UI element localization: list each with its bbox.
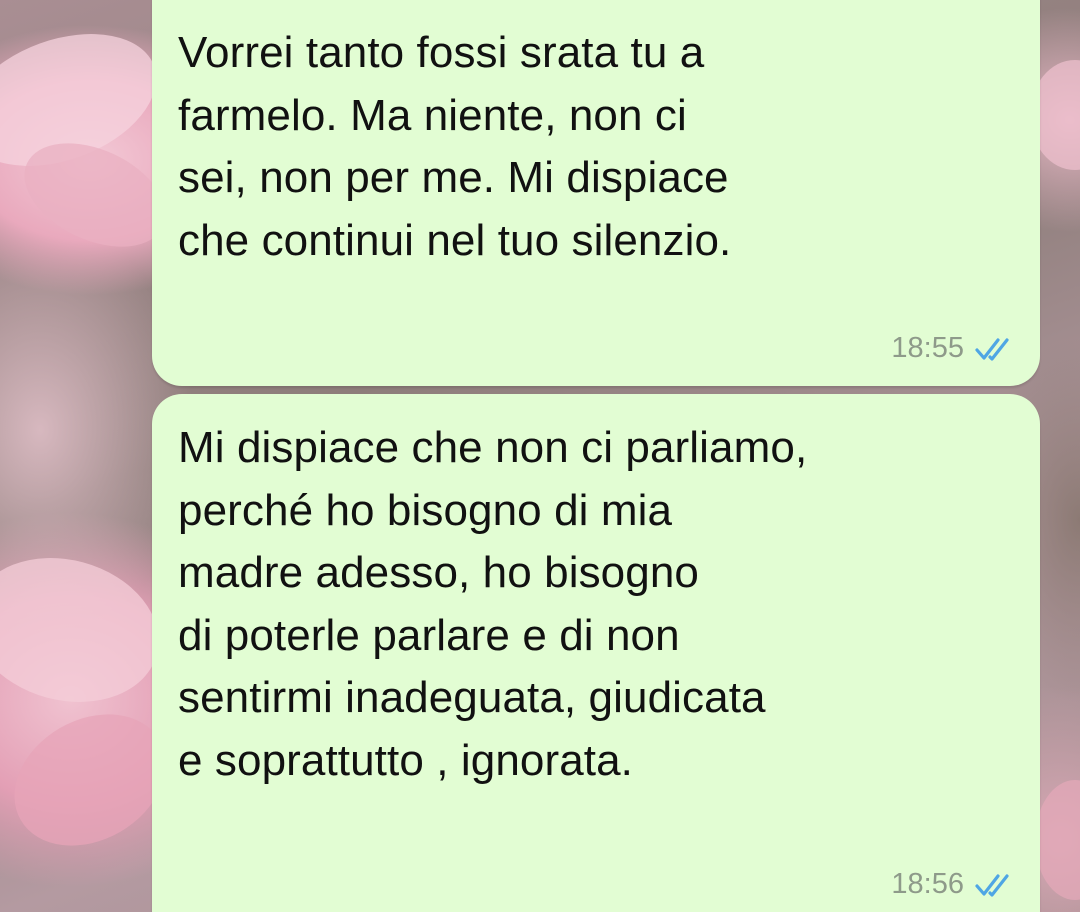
message-text: Vorrei tanto fossi srata tu a farmelo. M… [178,28,732,265]
message-text: Mi dispiace che non ci parliamo, perché … [178,423,808,785]
double-check-read-icon [975,337,1009,361]
double-check-read-icon [975,873,1009,897]
chat-message-list[interactable]: Vorrei tanto fossi srata tu a farmelo. M… [0,0,1080,912]
message-meta: 18:55 [891,332,1018,365]
message-time: 18:55 [891,332,964,364]
message-time: 18:56 [891,868,964,900]
outgoing-message-bubble[interactable]: Vorrei tanto fossi srata tu a farmelo. M… [152,0,1040,386]
outgoing-message-bubble[interactable]: Mi dispiace che non ci parliamo, perché … [152,394,1040,912]
message-meta: 18:56 [891,868,1018,901]
